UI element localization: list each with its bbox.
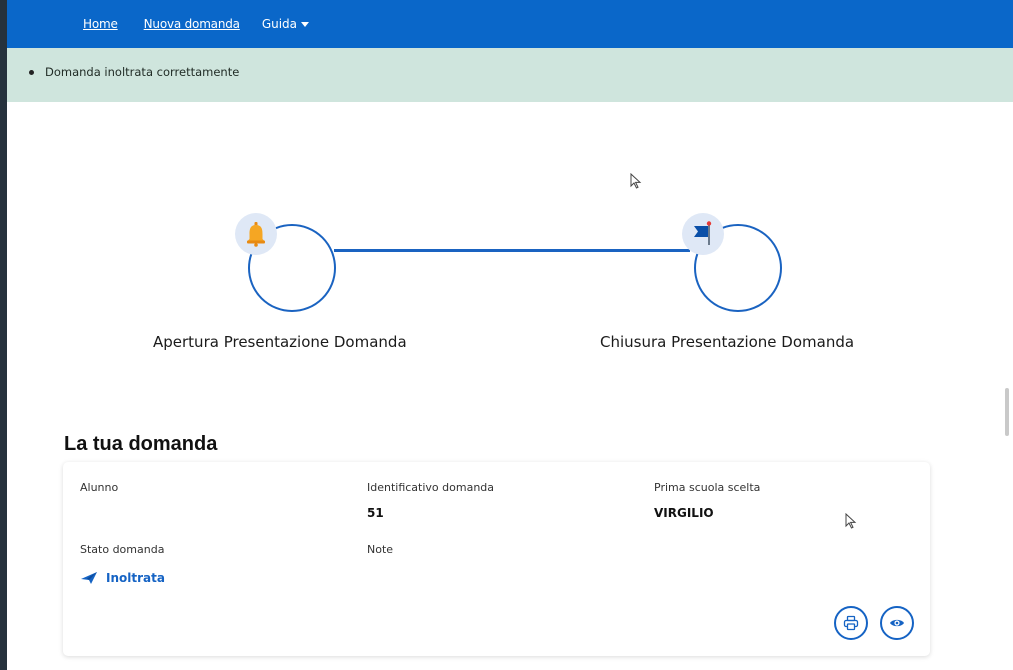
nav-link-nuova-domanda[interactable]: Nuova domanda xyxy=(144,17,240,31)
mouse-cursor-icon xyxy=(630,173,642,189)
alunno-label: Alunno xyxy=(80,481,119,494)
stato-domanda-value: Inoltrata xyxy=(106,571,165,585)
success-alert: Domanda inoltrata correttamente xyxy=(7,48,1013,102)
timeline-step-label-apertura: Apertura Presentazione Domanda xyxy=(153,333,407,351)
print-button[interactable] xyxy=(834,606,868,640)
domanda-card: Alunno Identificativo domanda 51 Prima s… xyxy=(63,462,930,656)
flag-icon xyxy=(694,221,712,245)
view-button[interactable] xyxy=(880,606,914,640)
bell-badge xyxy=(235,213,277,255)
identificativo-value: 51 xyxy=(367,506,384,520)
prima-scuola-value: VIRGILIO xyxy=(654,506,714,520)
timeline-step-label-chiusura: Chiusura Presentazione Domanda xyxy=(600,333,855,351)
stato-domanda-status: Inoltrata xyxy=(80,571,165,585)
alert-list-item: Domanda inoltrata correttamente xyxy=(29,65,239,79)
bullet-icon xyxy=(29,69,34,75)
stato-domanda-label: Stato domanda xyxy=(80,543,165,556)
timeline-connector xyxy=(334,249,690,252)
note-label: Note xyxy=(367,543,394,556)
eye-icon xyxy=(890,619,904,627)
window-left-border xyxy=(0,0,7,670)
section-title: La tua domanda xyxy=(64,433,218,455)
top-navbar: Home Nuova domanda Guida xyxy=(7,0,1013,48)
nav-link-home[interactable]: Home xyxy=(83,17,118,31)
print-icon xyxy=(843,615,859,631)
identificativo-label: Identificativo domanda xyxy=(367,481,495,494)
bell-icon xyxy=(247,222,265,247)
caret-down-icon xyxy=(301,22,310,27)
flag-badge xyxy=(682,213,724,255)
prima-scuola-label: Prima scuola scelta xyxy=(654,481,761,494)
scrollbar-thumb[interactable] xyxy=(1005,388,1009,436)
paper-plane-icon xyxy=(81,572,97,584)
nav-dropdown-guida-label: Guida xyxy=(261,17,298,31)
nav-dropdown-guida[interactable]: Guida xyxy=(261,17,310,31)
mouse-cursor-icon-2 xyxy=(845,513,857,529)
alert-message: Domanda inoltrata correttamente xyxy=(45,65,240,79)
